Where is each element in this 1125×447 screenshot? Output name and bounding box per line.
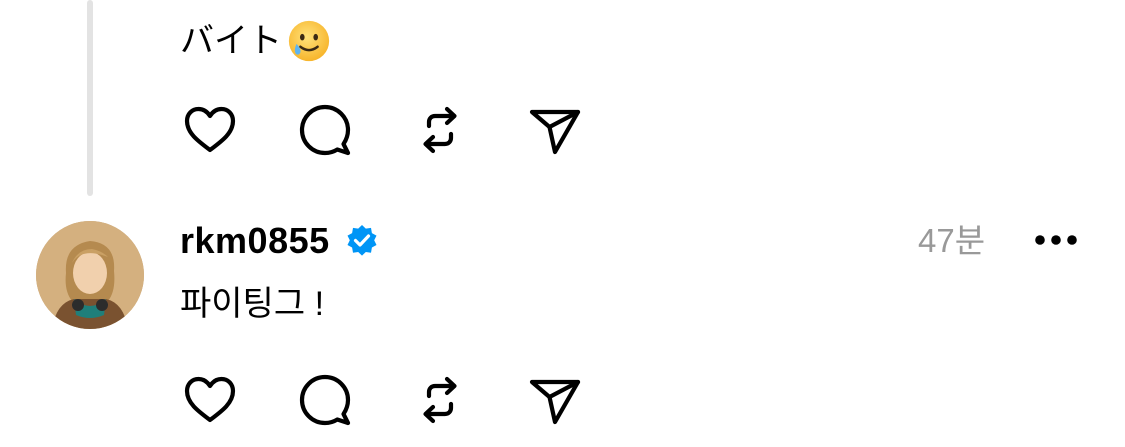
reply-text: 파이팅그 ! bbox=[180, 284, 324, 324]
send-icon bbox=[529, 109, 581, 155]
reply-label: 파이팅그 ! bbox=[180, 285, 325, 323]
previous-post-label: バイト bbox=[180, 22, 282, 60]
verified-badge-icon bbox=[347, 225, 377, 256]
thread-line bbox=[87, 0, 93, 196]
ellipsis-icon bbox=[1035, 235, 1077, 245]
heart-icon bbox=[184, 376, 236, 423]
share-button[interactable] bbox=[525, 100, 585, 160]
reply-header: rkm0855 bbox=[180, 219, 380, 263]
send-icon bbox=[529, 379, 581, 425]
comment-icon bbox=[299, 374, 351, 426]
more-options-icon[interactable] bbox=[1030, 220, 1082, 260]
smiling-face-with-tear-icon bbox=[288, 20, 330, 62]
repost-button[interactable] bbox=[410, 370, 470, 430]
timestamp: 47분 bbox=[918, 222, 986, 259]
repost-icon bbox=[423, 106, 457, 154]
comment-button[interactable] bbox=[295, 370, 355, 430]
share-button[interactable] bbox=[525, 370, 585, 430]
like-button[interactable] bbox=[180, 370, 240, 430]
like-button[interactable] bbox=[180, 100, 240, 160]
heart-icon bbox=[184, 106, 236, 153]
previous-post-actions bbox=[180, 100, 640, 160]
repost-icon bbox=[423, 376, 457, 424]
username[interactable]: rkm0855 bbox=[180, 220, 330, 262]
reply-actions bbox=[180, 370, 640, 430]
repost-button[interactable] bbox=[410, 100, 470, 160]
previous-post-text: バイト bbox=[180, 18, 332, 64]
comment-button[interactable] bbox=[295, 100, 355, 160]
comment-icon bbox=[299, 104, 351, 156]
avatar[interactable] bbox=[36, 221, 144, 329]
profile-photo bbox=[36, 221, 144, 329]
